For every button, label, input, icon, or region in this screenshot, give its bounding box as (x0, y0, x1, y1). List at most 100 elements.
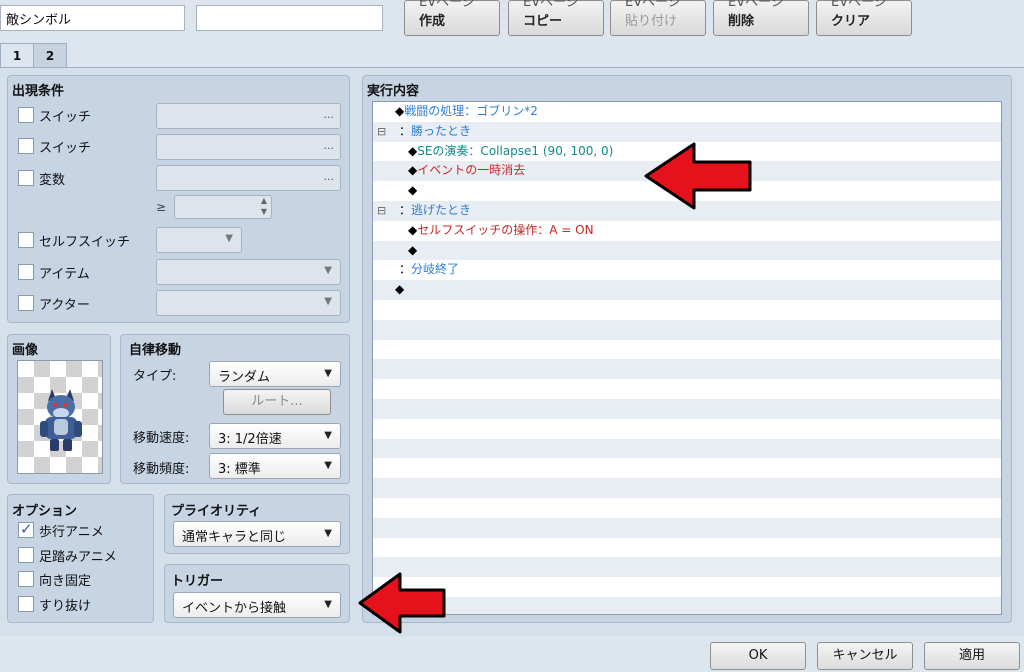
variable-checkbox[interactable] (18, 170, 34, 186)
command-row[interactable]: ⊟ ：勝ったとき (373, 121, 1001, 142)
switch1-checkbox[interactable] (18, 107, 34, 123)
item-label: アイテム (39, 267, 90, 282)
switch1-selector[interactable]: ... (156, 103, 341, 129)
trigger-title: トリガー (171, 574, 224, 589)
self-switch-label: セルフスイッチ (39, 235, 131, 250)
fold-toggle-icon[interactable]: ⊟ (377, 122, 386, 141)
through-label: すり抜け (39, 599, 92, 614)
ev-page-create-button[interactable]: EVページ 作成 (404, 0, 500, 36)
ev-page-copy-button[interactable]: EVページ コピー (508, 0, 604, 36)
movement-frequency-dropdown-icon: ▼ (324, 460, 332, 471)
command-row[interactable]: ◆ (373, 280, 1001, 300)
command-entry: ◆ (408, 241, 417, 260)
command-row[interactable] (373, 399, 1001, 419)
command-row[interactable] (373, 537, 1001, 558)
command-row[interactable]: ◆セルフスイッチの操作：A = ON (373, 220, 1001, 241)
movement-speed-dropdown-icon: ▼ (324, 430, 332, 441)
command-row[interactable] (373, 300, 1001, 320)
ev-page-clear-button[interactable]: EVページ クリア (816, 0, 912, 36)
command-text: 戦闘の処理：ゴブリン*2 (404, 104, 538, 118)
stepping-anime-checkbox[interactable] (18, 547, 34, 563)
stepping-anime-label: 足踏みアニメ (39, 550, 117, 565)
event-name-input[interactable]: 敵シンボル (0, 5, 185, 31)
options-panel: オプション 歩行アニメ 足踏みアニメ 向き固定 すり抜け (7, 494, 154, 623)
trigger-select[interactable]: イベントから接触 ▼ (173, 592, 341, 618)
command-row[interactable] (373, 438, 1001, 459)
ok-button[interactable]: OK (710, 642, 806, 670)
command-row[interactable] (373, 359, 1001, 380)
command-row[interactable] (373, 498, 1001, 518)
spinner-up-icon[interactable]: ▲ (261, 196, 267, 205)
command-row[interactable] (373, 557, 1001, 578)
actor-checkbox[interactable] (18, 295, 34, 311)
ev-page-paste-label-top: EVページ (625, 0, 681, 10)
ev-page-clear-label-top: EVページ (831, 0, 887, 10)
through-checkbox[interactable] (18, 596, 34, 612)
item-select[interactable]: ▼ (156, 259, 341, 285)
command-row[interactable] (373, 379, 1001, 399)
actor-label: アクター (39, 298, 90, 313)
command-entry: ◆SEの演奏：Collapse1 (90, 100, 0) (408, 142, 613, 161)
command-row[interactable] (373, 339, 1001, 360)
command-text: SEの演奏：Collapse1 (90, 100, 0) (417, 143, 614, 158)
conditions-title: 出現条件 (12, 84, 65, 99)
switch1-label: スイッチ (39, 110, 92, 125)
ev-page-delete-button[interactable]: EVページ 削除 (713, 0, 809, 36)
priority-select[interactable]: 通常キャラと同じ ▼ (173, 521, 341, 547)
apply-button[interactable]: 適用 (924, 642, 1020, 670)
ev-page-copy-label: コピー (523, 14, 563, 29)
command-text: イベントの一時消去 (417, 163, 526, 178)
command-text: 逃げたとき (411, 203, 472, 217)
image-title: 画像 (12, 343, 39, 358)
command-text: 分岐終了 (411, 262, 460, 277)
spinner-down-icon[interactable]: ▼ (261, 207, 267, 216)
command-row[interactable] (373, 597, 1001, 614)
movement-speed-select[interactable]: 3: 1/2倍速 ▼ (209, 423, 341, 449)
movement-type-select[interactable]: ランダム ▼ (209, 361, 341, 387)
command-row[interactable] (373, 517, 1001, 538)
movement-frequency-select[interactable]: 3: 標準 ▼ (209, 453, 341, 479)
variable-value-spinner[interactable]: ▲ ▼ (174, 195, 272, 219)
command-prefix: ： (399, 123, 412, 138)
tab-page-2[interactable]: 2 (33, 43, 67, 67)
command-prefix: ◆ (408, 143, 418, 158)
self-switch-select[interactable]: ▼ (156, 227, 242, 253)
werewolf-sprite-icon (40, 389, 82, 451)
sprite-image[interactable] (17, 360, 103, 474)
ev-page-paste-button[interactable]: EVページ 貼り付け (610, 0, 706, 36)
trigger-panel: トリガー イベントから接触 ▼ (164, 564, 350, 623)
item-checkbox[interactable] (18, 264, 34, 280)
switch1-ellipsis-icon: ... (323, 108, 335, 121)
ev-page-paste-label: 貼り付け (625, 14, 678, 29)
direction-fix-checkbox[interactable] (18, 571, 34, 587)
variable-selector[interactable]: ... (156, 165, 341, 191)
event-note-input[interactable] (196, 5, 383, 31)
command-row[interactable] (373, 458, 1001, 479)
command-entry: ：分岐終了 (399, 260, 459, 279)
route-button[interactable]: ルート... (223, 389, 331, 415)
options-title: オプション (12, 504, 78, 519)
contents-title: 実行内容 (367, 84, 420, 99)
movement-type-value: ランダム (218, 370, 271, 385)
command-row[interactable]: ：分岐終了 (373, 260, 1001, 281)
red-arrow-pointer-icon (644, 142, 752, 210)
cancel-button[interactable]: キャンセル (817, 642, 913, 670)
switch2-checkbox[interactable] (18, 138, 34, 154)
movement-speed-value: 3: 1/2倍速 (218, 432, 282, 447)
command-prefix: ◆ (395, 282, 405, 297)
command-row[interactable] (373, 319, 1001, 340)
walking-anime-checkbox[interactable] (18, 522, 34, 538)
self-switch-dropdown-icon: ▼ (225, 233, 233, 244)
switch2-label: スイッチ (39, 141, 92, 156)
self-switch-checkbox[interactable] (18, 232, 34, 248)
autonomous-title: 自律移動 (129, 343, 182, 358)
command-row[interactable] (373, 577, 1001, 597)
actor-select[interactable]: ▼ (156, 290, 341, 316)
fold-toggle-icon[interactable]: ⊟ (377, 201, 386, 220)
command-row[interactable] (373, 478, 1001, 498)
tab-page-1[interactable]: 1 (0, 43, 34, 67)
command-row[interactable]: ◆戦闘の処理：ゴブリン*2 (373, 102, 1001, 122)
command-row[interactable] (373, 418, 1001, 439)
command-row[interactable]: ◆ (373, 240, 1001, 261)
switch2-selector[interactable]: ... (156, 134, 341, 160)
